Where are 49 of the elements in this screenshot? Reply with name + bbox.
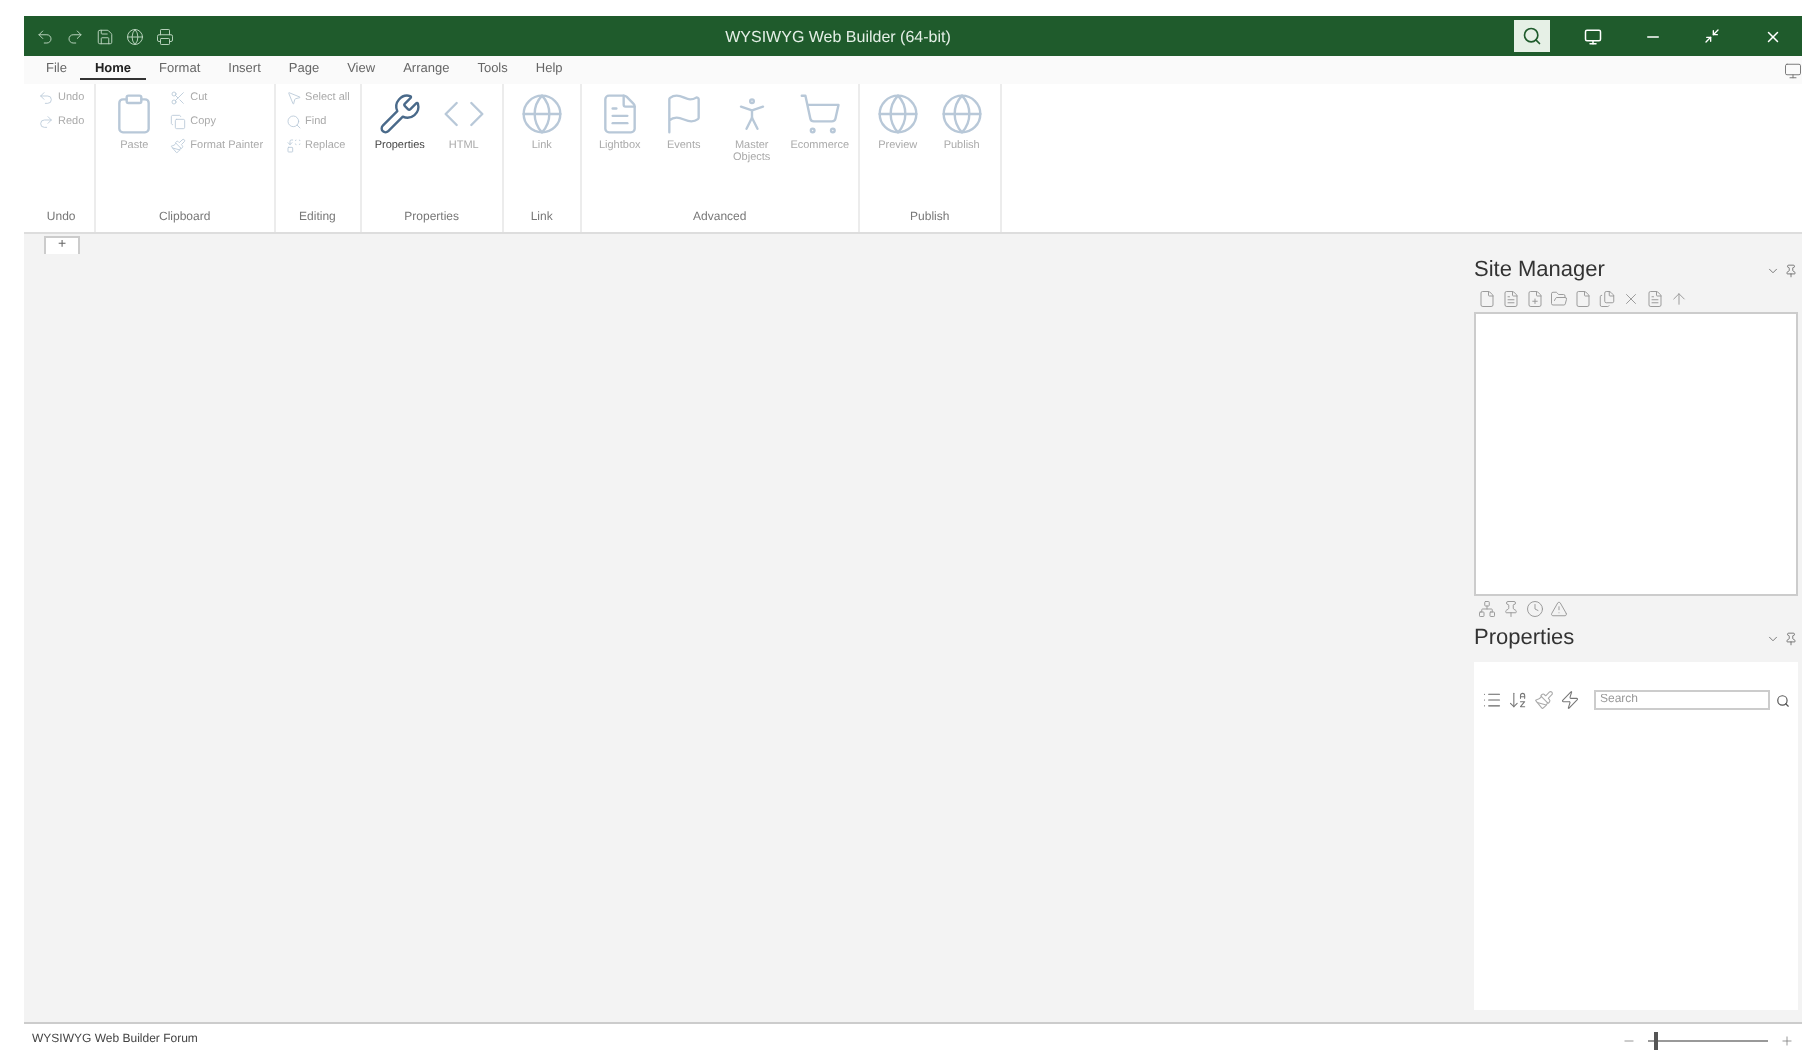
page-icon[interactable]	[1478, 290, 1496, 308]
page-icon[interactable]	[1646, 290, 1664, 308]
brush-icon[interactable]	[1534, 690, 1554, 710]
redo-icon[interactable]	[66, 27, 84, 45]
scissors-icon	[170, 90, 187, 106]
panel-title: Site Manager	[1474, 258, 1605, 282]
events-icon[interactable]	[1560, 690, 1580, 710]
globe-icon	[519, 92, 564, 136]
printer-icon[interactable]	[156, 27, 174, 45]
up-arrow-icon[interactable]	[1670, 290, 1688, 308]
monitor-icon	[1583, 27, 1601, 45]
zoom-in-icon[interactable]	[1780, 1033, 1794, 1047]
undo-icon	[38, 90, 54, 106]
list-icon[interactable]	[1482, 690, 1502, 710]
pointer-icon	[285, 90, 302, 106]
undo-icon[interactable]	[36, 27, 54, 45]
pin-icon[interactable]	[1784, 263, 1798, 277]
dropdown-icon[interactable]	[1766, 631, 1780, 645]
globe-icon	[939, 92, 984, 136]
cart-icon	[797, 92, 842, 136]
redo-icon	[38, 114, 54, 130]
globe-icon	[875, 92, 920, 136]
pin-icon[interactable]	[1502, 600, 1520, 618]
page-icon[interactable]	[1502, 290, 1520, 308]
window-title: WYSIWYG Web Builder (64-bit)	[723, 27, 953, 45]
display-icon[interactable]	[1784, 61, 1802, 79]
wrench-icon	[377, 92, 422, 136]
globe-icon[interactable]	[126, 27, 144, 45]
folder-icon[interactable]	[1550, 290, 1568, 308]
search-icon	[285, 114, 302, 130]
clock-icon[interactable]	[1526, 600, 1544, 618]
sort-icon[interactable]	[1508, 690, 1528, 710]
save-icon[interactable]	[96, 27, 114, 45]
close-icon	[1763, 27, 1781, 45]
network-icon[interactable]	[1478, 600, 1496, 618]
search-icon	[1776, 693, 1790, 707]
warning-icon[interactable]	[1550, 600, 1568, 618]
delete-icon[interactable]	[1622, 290, 1640, 308]
search-button[interactable]	[1514, 20, 1550, 52]
dropdown-icon[interactable]	[1766, 263, 1780, 277]
copy-icon	[170, 114, 187, 130]
pages-icon[interactable]	[1598, 290, 1616, 308]
search-icon	[1522, 26, 1542, 46]
panel-title: Properties	[1474, 626, 1575, 650]
pin-icon[interactable]	[1784, 631, 1798, 645]
add-page-icon[interactable]	[1526, 290, 1544, 308]
page-icon[interactable]	[1574, 290, 1592, 308]
restore-icon	[1704, 28, 1720, 44]
paintbrush-icon	[170, 138, 187, 154]
